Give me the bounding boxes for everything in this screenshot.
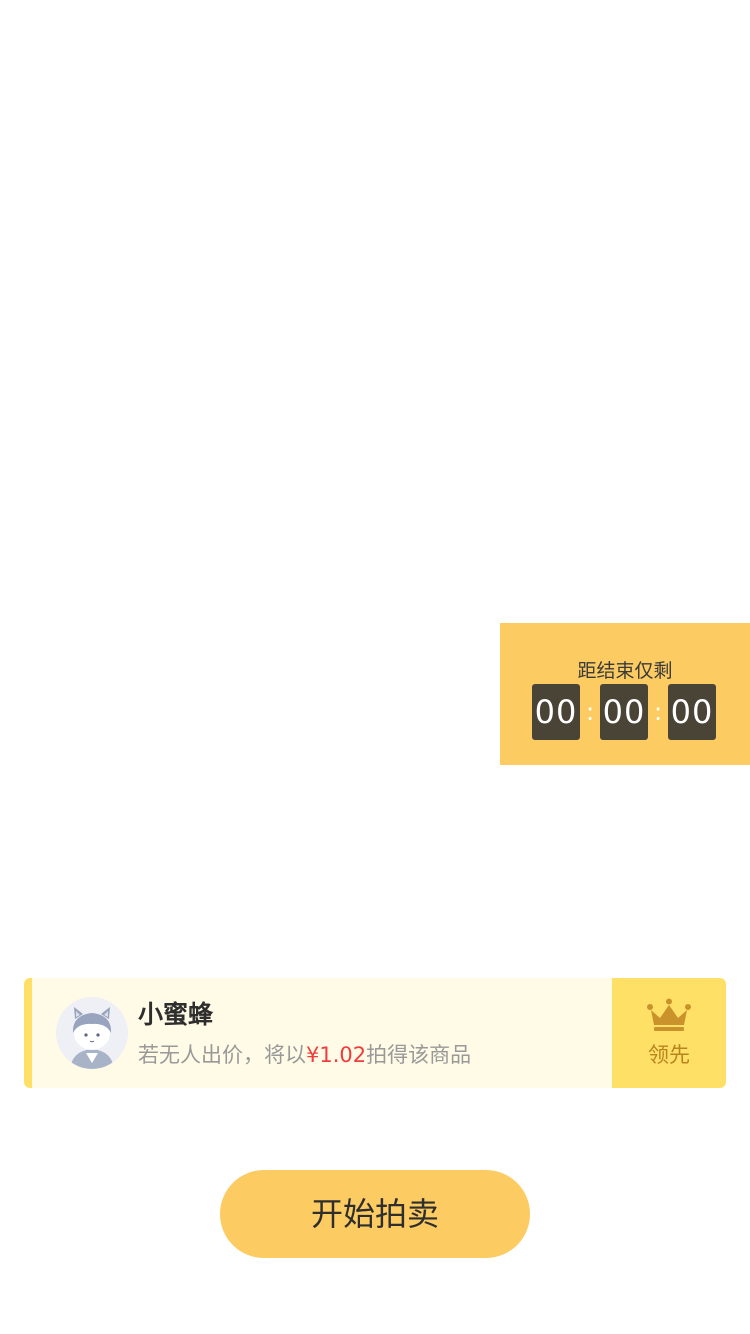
winning-price: ¥1.02: [306, 1043, 367, 1067]
countdown-separator: :: [653, 698, 663, 726]
countdown-panel: 距结束仅剩 00 : 00 : 00: [500, 623, 750, 765]
leading-bidder-card: 小蜜蜂 若无人出价，将以¥1.02拍得该商品 领先: [24, 978, 726, 1088]
rule-text-prefix: 若无人出价，将以: [138, 1043, 306, 1067]
leading-badge: 领先: [612, 978, 726, 1088]
crown-icon: [647, 998, 691, 1031]
rule-text-suffix: 拍得该商品: [366, 1043, 472, 1067]
bidder-name: 小蜜蜂: [138, 1000, 214, 1029]
avatar-icon: [56, 997, 128, 1069]
countdown-label: 距结束仅剩: [577, 660, 673, 682]
leading-label: 领先: [648, 1043, 690, 1067]
countdown-timer: 00 : 00 : 00: [532, 684, 716, 740]
card-accent-bar: [24, 978, 32, 1088]
countdown-separator: :: [585, 698, 595, 726]
countdown-minutes: 00: [600, 684, 648, 740]
start-auction-button[interactable]: 开始拍卖: [220, 1170, 530, 1258]
countdown-seconds: 00: [668, 684, 716, 740]
auction-page: 距结束仅剩 00 : 00 : 00 小蜜蜂 若无人出价，将以¥1.02拍得该商…: [0, 0, 750, 1334]
auction-rule-text: 若无人出价，将以¥1.02拍得该商品: [138, 1040, 471, 1070]
countdown-hours: 00: [532, 684, 580, 740]
avatar: [56, 997, 128, 1069]
